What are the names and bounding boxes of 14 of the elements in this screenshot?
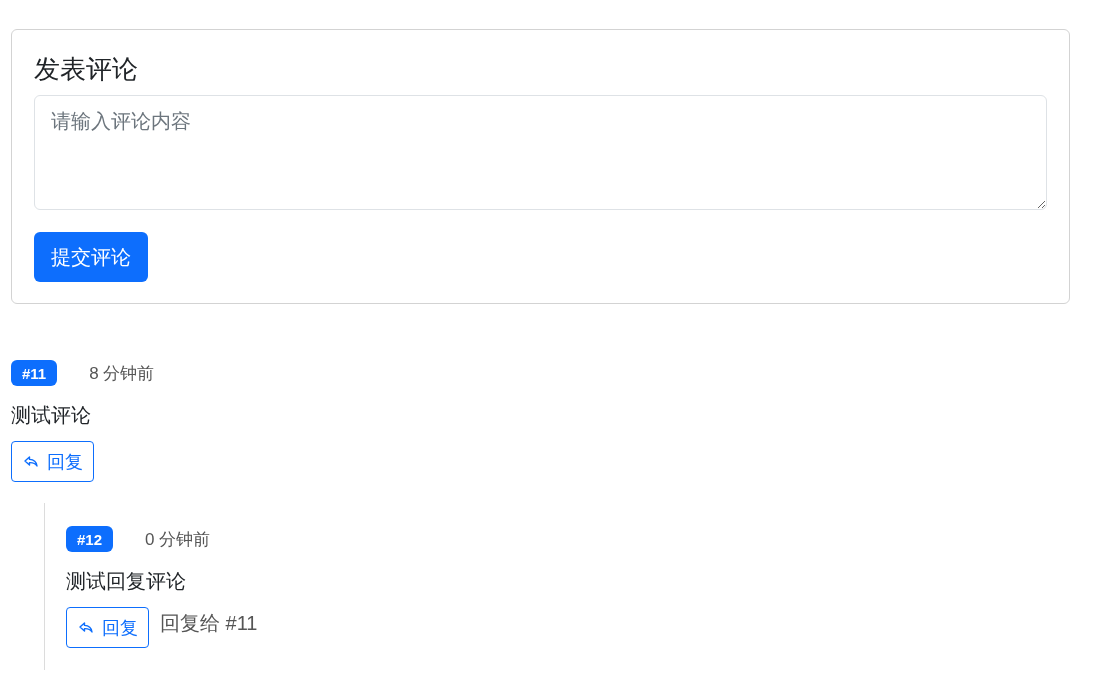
reply-button[interactable]: 回复 <box>11 441 94 482</box>
comment-time: 0 分钟前 <box>145 528 211 551</box>
comment-textarea[interactable]: 请输入评论内容 <box>34 95 1047 210</box>
comment-text: 测试评论 <box>11 403 91 428</box>
form-title: 发表评论 <box>34 54 138 85</box>
comment-text: 测试回复评论 <box>66 569 186 594</box>
reply-arrow-icon <box>24 456 38 467</box>
comment-number-badge: #11 <box>11 360 58 386</box>
reply-button[interactable]: 回复 <box>66 607 149 648</box>
submit-button[interactable]: 提交评论 <box>34 232 148 282</box>
comment-number-badge: #12 <box>66 526 114 552</box>
comment-time: 8 分钟前 <box>89 362 155 385</box>
reply-arrow-icon <box>79 622 93 633</box>
reply-to-label: 回复给 #11 <box>160 611 258 636</box>
